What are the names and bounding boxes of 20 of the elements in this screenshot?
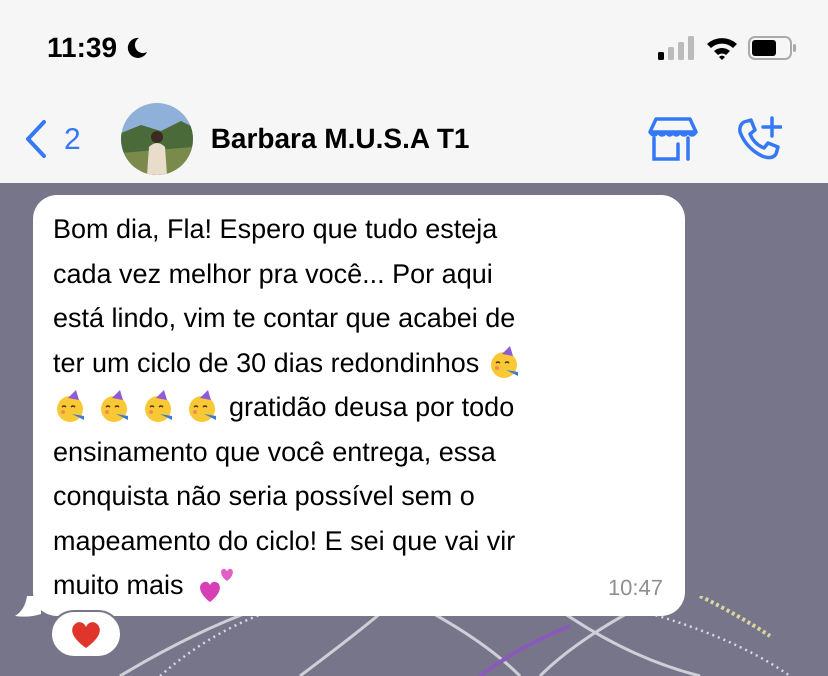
message-text: cada vez melhor pra você... Por aqui	[53, 258, 493, 291]
message-text: Bom dia, Fla! Espero que tudo esteja	[53, 213, 498, 246]
message-text: mapeamento do ciclo! E sei que vai vir	[53, 524, 516, 558]
battery-icon	[748, 36, 796, 60]
store-icon[interactable]	[648, 116, 698, 162]
contact-name: Barbara M.U.S.A T1	[210, 122, 470, 156]
add-call-icon[interactable]	[736, 116, 782, 162]
back-button[interactable]: 2	[24, 116, 81, 162]
message-text: muito mais	[53, 569, 184, 602]
message-text: gratidão deusa por todo	[229, 391, 514, 424]
chevron-left-icon	[24, 119, 48, 159]
signal-icon	[658, 36, 696, 60]
moon-icon	[125, 36, 150, 60]
message-text: está lindo, vim te contar que acabei de	[53, 302, 516, 335]
message-text: ensinamento que você entrega, essa	[53, 436, 496, 469]
message-time: 10:47	[608, 574, 663, 602]
wifi-icon	[706, 36, 738, 60]
message-text: ter um ciclo de 30 dias redondinhos	[53, 346, 480, 380]
message-text: conquista não seria possível sem o	[53, 480, 475, 513]
status-time: 11:39	[47, 30, 118, 64]
